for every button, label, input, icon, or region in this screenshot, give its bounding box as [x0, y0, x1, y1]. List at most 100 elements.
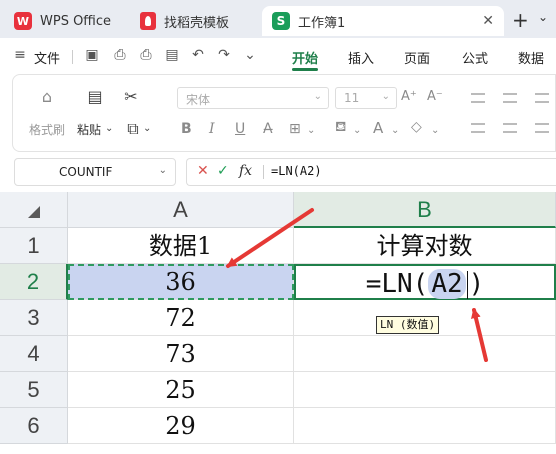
tab-label: 工作簿1	[298, 15, 346, 31]
cell-a4[interactable]: 73	[68, 336, 294, 372]
paste-button[interactable]: 粘贴	[77, 121, 101, 138]
align-top-icon[interactable]	[471, 93, 485, 103]
chevron-down-icon[interactable]: ⌄	[105, 123, 113, 134]
chevron-down-icon[interactable]: ⌄	[538, 10, 548, 24]
tab-wps-office[interactable]: W WPS Office	[4, 6, 122, 36]
spreadsheet-logo-icon: S	[272, 12, 290, 30]
divider	[72, 50, 73, 64]
formula-input-area[interactable]: ✕ ✓ fx =LN(A2)	[186, 158, 556, 186]
column-header-b[interactable]: B	[294, 192, 556, 228]
row-header-5[interactable]: 5	[0, 372, 68, 408]
menu-page[interactable]: 页面	[404, 48, 430, 67]
cell-b5[interactable]	[294, 372, 556, 408]
wps-logo-icon: W	[14, 12, 32, 30]
formula-input[interactable]: =LN(A2)	[271, 164, 322, 178]
cell-b6[interactable]	[294, 408, 556, 444]
increase-font-icon[interactable]: A⁺	[401, 89, 417, 104]
name-box-value: COUNTIF	[59, 165, 113, 179]
row-header-6[interactable]: 6	[0, 408, 68, 444]
select-all-icon	[28, 206, 40, 218]
strikethrough-icon[interactable]: A̶	[263, 121, 273, 137]
menu-formulas[interactable]: 公式	[462, 48, 488, 67]
cell-b1[interactable]: 计算对数	[294, 228, 556, 264]
tab-label: 找稻壳模板	[164, 15, 230, 31]
align-middle-icon[interactable]	[503, 93, 517, 103]
chevron-down-icon[interactable]: ⌄	[143, 123, 151, 134]
cell-a3[interactable]: 72	[68, 300, 294, 336]
cell-b4[interactable]	[294, 336, 556, 372]
copy-icon[interactable]: ⧉	[123, 119, 143, 139]
save-icon[interactable]: ▣	[84, 47, 100, 63]
redo-icon[interactable]: ↷	[216, 47, 232, 63]
font-name-value: 宋体	[186, 93, 211, 107]
menu-home[interactable]: 开始	[292, 48, 318, 67]
select-all-corner[interactable]	[0, 192, 68, 228]
menu-file[interactable]: 文件	[34, 48, 60, 67]
row-header-4[interactable]: 4	[0, 336, 68, 372]
chevron-down-icon[interactable]: ⌄	[242, 47, 258, 63]
chevron-down-icon: ⌄	[381, 91, 390, 102]
confirm-icon[interactable]: ✓	[217, 163, 229, 179]
align-center-icon[interactable]	[503, 123, 517, 133]
cut-icon[interactable]: ✂	[121, 87, 141, 106]
format-painter-button[interactable]: 格式刷	[29, 121, 65, 138]
docer-logo-icon	[140, 12, 156, 30]
close-icon[interactable]: ✕	[482, 13, 494, 29]
row-header-2[interactable]: 2	[0, 264, 68, 300]
print-icon[interactable]: ⎙	[138, 47, 154, 63]
menu-data[interactable]: 数据	[518, 48, 544, 67]
cell-a6[interactable]: 29	[68, 408, 294, 444]
tab-workbook[interactable]: S 工作簿1 ✕	[262, 6, 504, 36]
chevron-down-icon[interactable]: ⌄	[353, 125, 361, 136]
active-tab-indicator	[292, 68, 318, 71]
insert-function-icon[interactable]: fx	[239, 163, 252, 179]
formula-prefix: =LN(	[365, 269, 429, 299]
bold-icon[interactable]: B	[181, 121, 192, 137]
menu-bar: ≡ 文件 ▣ ⎙ ⎙ ▤ ↶ ↷ ⌄ 开始 插入 页面 公式 数据	[0, 38, 556, 74]
chevron-down-icon[interactable]: ⌄	[431, 125, 439, 136]
print-preview-icon[interactable]: ▤	[164, 47, 180, 63]
font-size-select[interactable]: 11 ⌄	[335, 87, 397, 109]
row-header-3[interactable]: 3	[0, 300, 68, 336]
function-hint-tooltip: LN (数值)	[376, 316, 440, 334]
border-icon[interactable]: ⊞	[289, 121, 301, 137]
underline-icon[interactable]: U	[235, 121, 245, 137]
ribbon-toolbar: ⌂ 格式刷 ▤ 粘贴 ⌄ ✂ ⧉ ⌄ 宋体 ⌄ 11 ⌄ A⁺ A⁻ B I U…	[12, 74, 556, 152]
name-box[interactable]: COUNTIF ⌄	[14, 158, 176, 186]
font-name-select[interactable]: 宋体 ⌄	[177, 87, 329, 109]
cell-b2-editing[interactable]: =LN(A2)	[294, 264, 556, 300]
align-bottom-icon[interactable]	[535, 93, 549, 103]
cell-a5[interactable]: 25	[68, 372, 294, 408]
cell-reference: A2	[428, 269, 466, 299]
title-bar: W WPS Office 找稻壳模板 S 工作簿1 ✕ + ⌄	[0, 0, 556, 38]
font-color-icon[interactable]: A	[373, 119, 383, 137]
divider	[263, 165, 264, 179]
export-icon[interactable]: ⎙	[112, 47, 128, 63]
column-header-a[interactable]: A	[68, 192, 294, 228]
new-tab-icon[interactable]: +	[512, 8, 529, 32]
undo-icon[interactable]: ↶	[190, 47, 206, 63]
spreadsheet-grid: A B 1 2 3 4 5 6 数据1 计算对数 36 =LN(A2) 72 7…	[0, 192, 556, 454]
cancel-icon[interactable]: ✕	[197, 163, 209, 179]
tab-label: WPS Office	[40, 13, 112, 29]
menu-insert[interactable]: 插入	[348, 48, 374, 67]
clear-format-icon[interactable]: ◇	[411, 119, 422, 135]
italic-icon[interactable]: I	[209, 121, 215, 137]
tab-docer-templates[interactable]: 找稻壳模板	[130, 6, 258, 36]
align-right-icon[interactable]	[535, 123, 549, 133]
chevron-down-icon: ⌄	[313, 91, 322, 102]
format-painter-icon[interactable]: ⌂	[37, 87, 57, 106]
formula-suffix: )	[468, 269, 485, 299]
font-size-value: 11	[344, 91, 360, 105]
cell-a1[interactable]: 数据1	[68, 228, 294, 264]
paste-icon[interactable]: ▤	[85, 87, 105, 106]
align-left-icon[interactable]	[471, 123, 485, 133]
text-cursor	[466, 270, 468, 299]
row-header-1[interactable]: 1	[0, 228, 68, 264]
chevron-down-icon[interactable]: ⌄	[391, 125, 399, 136]
decrease-font-icon[interactable]: A⁻	[427, 89, 443, 104]
hamburger-menu-icon[interactable]: ≡	[12, 47, 28, 63]
chevron-down-icon[interactable]: ⌄	[307, 125, 315, 136]
cell-a2[interactable]: 36	[68, 264, 294, 300]
fill-color-icon[interactable]: ⛾	[335, 119, 346, 137]
